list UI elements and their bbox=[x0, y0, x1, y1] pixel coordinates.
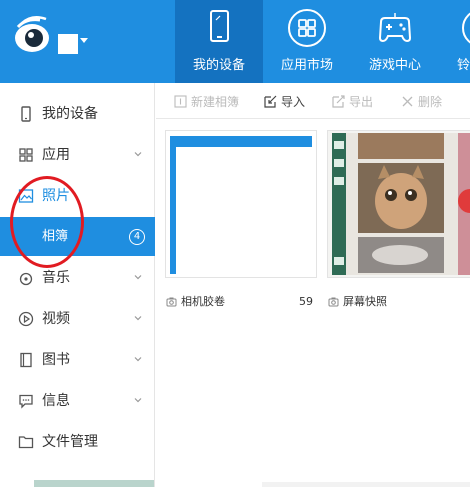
sidebar-item-messages[interactable]: 信息 bbox=[0, 381, 155, 421]
tab-ringtone[interactable]: 铃 bbox=[439, 0, 470, 83]
ringtone-icon bbox=[462, 12, 470, 44]
sidebar-item-albums[interactable]: 相簿 4 bbox=[0, 217, 155, 256]
delete-button[interactable]: 删除 bbox=[401, 93, 442, 111]
sidebar-item-label: 相簿 bbox=[42, 229, 69, 244]
album-name: 相机胶卷 bbox=[181, 295, 225, 308]
new-album-button[interactable]: 新建相簿 bbox=[174, 93, 239, 111]
sidebar-item-label: 图书 bbox=[42, 352, 70, 368]
photo-icon bbox=[18, 189, 34, 203]
sidebar-item-label: 照片 bbox=[42, 188, 70, 204]
tab-label: 游戏中心 bbox=[368, 58, 421, 73]
import-label: 导入 bbox=[281, 95, 306, 109]
album-count: 59 bbox=[299, 295, 313, 308]
sidebar-item-apps[interactable]: 应用 bbox=[0, 135, 155, 175]
album-name: 屏幕快照 bbox=[343, 295, 387, 308]
sidebar-item-label: 音乐 bbox=[42, 270, 70, 286]
sidebar-item-books[interactable]: 图书 bbox=[0, 340, 155, 380]
toolbar: 新建相簿 导入 导出 删除 bbox=[156, 83, 470, 119]
chevron-down-icon[interactable] bbox=[133, 395, 143, 405]
sidebar-item-label: 我的设备 bbox=[42, 106, 98, 122]
new-album-icon bbox=[174, 95, 187, 108]
export-icon bbox=[332, 95, 345, 108]
import-button[interactable]: 导入 bbox=[264, 93, 305, 111]
close-icon bbox=[402, 96, 413, 107]
tab-label: 铃 bbox=[457, 58, 470, 73]
sidebar-item-photos[interactable]: 照片 bbox=[0, 176, 155, 216]
app-logo-icon[interactable] bbox=[10, 14, 54, 58]
book-icon bbox=[20, 352, 32, 368]
export-button[interactable]: 导出 bbox=[332, 93, 373, 111]
import-icon bbox=[264, 95, 277, 108]
chevron-down-icon[interactable] bbox=[133, 313, 143, 323]
bottom-strip bbox=[262, 482, 470, 487]
chevron-down-icon[interactable] bbox=[133, 149, 143, 159]
camera-icon bbox=[328, 297, 339, 307]
sidebar-item-label: 信息 bbox=[42, 393, 70, 409]
sidebar-item-video[interactable]: 视频 bbox=[0, 299, 155, 339]
screenshot-thumbnail bbox=[328, 131, 470, 277]
album-meta-screenshots: 屏幕快照 bbox=[328, 293, 470, 311]
music-icon bbox=[19, 272, 33, 286]
album-card-camera-roll[interactable] bbox=[165, 130, 317, 278]
album-cover bbox=[170, 136, 312, 274]
tab-my-device[interactable]: 我的设备 bbox=[175, 0, 263, 83]
tab-game-center[interactable]: 游戏中心 bbox=[351, 0, 439, 83]
sidebar-item-label: 文件管理 bbox=[42, 434, 98, 450]
new-album-label: 新建相簿 bbox=[191, 95, 240, 109]
sidebar-bottom-thumbnail bbox=[34, 480, 154, 487]
delete-label: 删除 bbox=[418, 95, 443, 109]
tab-app-market[interactable]: 应用市场 bbox=[263, 0, 351, 83]
sidebar: 我的设备 应用 照片 相簿 4 音乐 视频 图书 信息 文件管理 bbox=[0, 83, 155, 487]
chevron-down-icon[interactable] bbox=[133, 354, 143, 364]
gamepad-icon bbox=[378, 13, 412, 43]
message-icon bbox=[19, 394, 33, 409]
export-label: 导出 bbox=[349, 95, 374, 109]
tab-label: 应用市场 bbox=[280, 58, 333, 73]
apps-icon bbox=[19, 148, 33, 162]
album-card-screenshots[interactable] bbox=[327, 130, 470, 278]
album-meta-camera-roll: 相机胶卷 59 bbox=[166, 293, 316, 311]
album-count-badge: 4 bbox=[129, 229, 145, 245]
sidebar-item-file-manager[interactable]: 文件管理 bbox=[0, 422, 155, 462]
sidebar-item-my-device[interactable]: 我的设备 bbox=[0, 94, 155, 134]
sidebar-item-music[interactable]: 音乐 bbox=[0, 258, 155, 298]
sidebar-item-label: 应用 bbox=[42, 147, 70, 163]
video-icon bbox=[18, 311, 34, 327]
sidebar-item-label: 视频 bbox=[42, 311, 70, 327]
top-header: 我的设备 应用市场 游戏中心 铃 bbox=[0, 0, 470, 83]
phone-icon bbox=[21, 106, 31, 122]
chevron-down-icon[interactable] bbox=[80, 38, 88, 43]
tab-label: 我的设备 bbox=[192, 58, 245, 73]
folder-icon bbox=[18, 436, 34, 449]
camera-icon bbox=[166, 297, 177, 307]
tablet-icon bbox=[210, 10, 229, 42]
apps-grid-icon bbox=[288, 9, 326, 47]
avatar[interactable] bbox=[58, 34, 78, 54]
chevron-down-icon[interactable] bbox=[133, 272, 143, 282]
